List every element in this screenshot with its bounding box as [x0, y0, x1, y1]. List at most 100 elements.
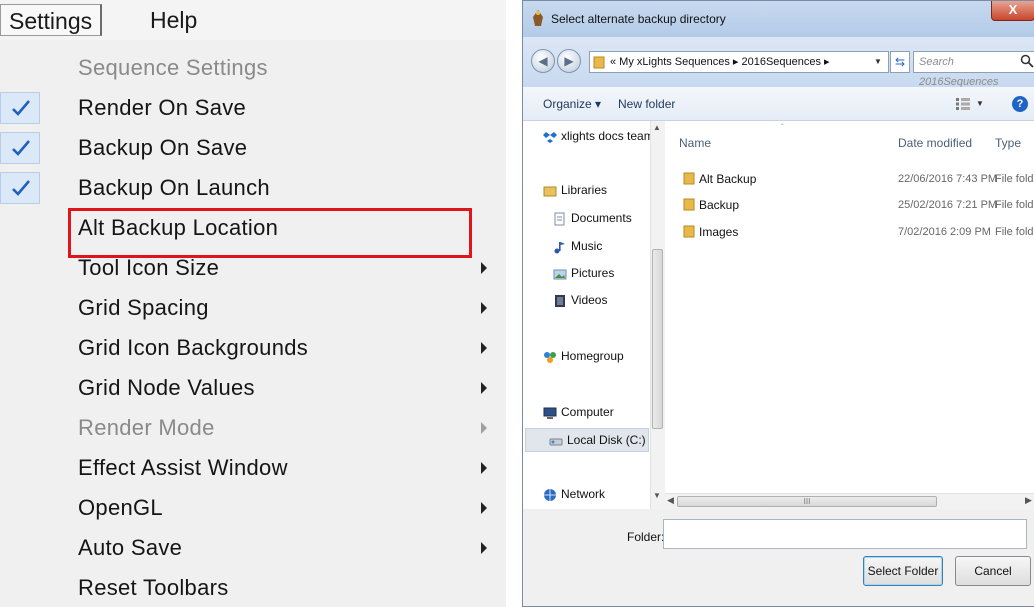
- network-icon: [544, 488, 556, 501]
- menu-settings[interactable]: Settings: [0, 4, 103, 36]
- address-bar: ◀ ▶ « My xLights Sequences ▸ 2016Sequenc…: [523, 37, 1034, 88]
- menu-item-label: Auto Save: [78, 535, 183, 560]
- menu-item-label: Backup On Launch: [78, 175, 270, 200]
- column-header-type[interactable]: Type: [995, 133, 1021, 153]
- column-header-name[interactable]: Name: [679, 133, 711, 153]
- menu-item-reset-toolbars[interactable]: Reset Toolbars: [0, 568, 506, 607]
- menu-item-render-mode[interactable]: Render Mode: [0, 408, 506, 448]
- scroll-down-icon[interactable]: ▼: [653, 491, 661, 500]
- column-header-date[interactable]: Date modified: [898, 133, 972, 153]
- file-row[interactable]: Backup 25/02/2016 7:21 PM File fold: [665, 194, 1034, 216]
- file-row[interactable]: Alt Backup 22/06/2016 7:43 PM File fold: [665, 168, 1034, 190]
- forward-button[interactable]: ▶: [557, 49, 581, 73]
- nav-label: xlights docs team: [561, 129, 654, 143]
- checkmark-icon: [0, 172, 40, 204]
- back-button[interactable]: ◀: [531, 49, 555, 73]
- menu-item-backup-on-save[interactable]: Backup On Save: [0, 128, 506, 168]
- nav-label: Computer: [561, 405, 614, 419]
- nav-item-pictures[interactable]: Pictures: [553, 262, 614, 284]
- menu-item-label: Grid Spacing: [78, 295, 209, 320]
- pictures-icon: [553, 269, 567, 280]
- nav-item-videos[interactable]: Videos: [553, 289, 607, 311]
- menu-item-grid-node-values[interactable]: Grid Node Values: [0, 368, 506, 408]
- menu-item-sequence-settings[interactable]: Sequence Settings: [0, 48, 506, 88]
- submenu-arrow-icon: [481, 302, 487, 314]
- nav-scrollbar-thumb[interactable]: [652, 249, 663, 429]
- menu-item-label: Effect Assist Window: [78, 455, 288, 480]
- computer-icon: [543, 407, 557, 419]
- submenu-arrow-icon: [481, 382, 487, 394]
- menu-item-render-on-save[interactable]: Render On Save: [0, 88, 506, 128]
- back-arrow-icon: ◀: [538, 54, 548, 68]
- nav-item-network[interactable]: Network: [543, 483, 605, 505]
- menu-item-label: Render On Save: [78, 95, 247, 120]
- nav-item-libraries[interactable]: Libraries: [543, 179, 607, 201]
- close-button[interactable]: X: [991, 1, 1034, 21]
- nav-item-computer[interactable]: Computer: [543, 401, 614, 423]
- file-list-hscrollbar[interactable]: ◀ III ▶: [665, 493, 1034, 509]
- highlight-box: [68, 208, 472, 258]
- dialog-footer: Folder: Select Folder Cancel: [523, 509, 1034, 606]
- nav-label: Pictures: [571, 266, 615, 280]
- file-row[interactable]: Images 7/02/2016 2:09 PM File fold: [665, 221, 1034, 243]
- checkmark-icon: [0, 132, 40, 164]
- menu-item-backup-on-launch[interactable]: Backup On Launch: [0, 168, 506, 208]
- sort-arrow-icon: ˆ: [781, 123, 784, 132]
- nav-label: Libraries: [561, 183, 608, 197]
- checkmark-icon: [0, 92, 40, 124]
- menu-item-opengl[interactable]: OpenGL: [0, 488, 506, 528]
- scrollbar-grip: III: [803, 497, 811, 506]
- menu-item-grid-spacing[interactable]: Grid Spacing: [0, 288, 506, 328]
- address-path[interactable]: « My xLights Sequences ▸ 2016Sequences ▸…: [589, 51, 889, 73]
- title-bar: Select alternate backup directory X: [523, 1, 1034, 37]
- help-icon[interactable]: ?: [1012, 96, 1028, 112]
- menu-item-auto-save[interactable]: Auto Save: [0, 528, 506, 568]
- scroll-left-icon[interactable]: ◀: [667, 495, 674, 506]
- documents-icon: [554, 212, 565, 226]
- videos-icon: [555, 294, 565, 307]
- nav-item-documents[interactable]: Documents: [553, 207, 632, 229]
- menu-item-label: Grid Node Values: [78, 375, 255, 400]
- menu-item-effect-assist-window[interactable]: Effect Assist Window: [0, 448, 506, 488]
- submenu-arrow-icon: [481, 502, 487, 514]
- file-type: File fold: [995, 199, 1034, 211]
- dropbox-icon: [543, 131, 557, 143]
- menu-item-grid-icon-backgrounds[interactable]: Grid Icon Backgrounds: [0, 328, 506, 368]
- select-folder-button[interactable]: Select Folder: [863, 556, 943, 586]
- scroll-right-icon[interactable]: ▶: [1025, 495, 1032, 506]
- nav-item-music[interactable]: Music: [553, 235, 602, 257]
- submenu-arrow-icon: [481, 262, 487, 274]
- menu-help[interactable]: Help: [142, 4, 205, 36]
- nav-scrollbar[interactable]: ▲ ▼: [650, 121, 665, 509]
- organize-button[interactable]: Organize ▾: [543, 87, 601, 121]
- select-folder-dialog: Select alternate backup directory X ◀ ▶ …: [522, 0, 1034, 607]
- hscrollbar-thumb[interactable]: III: [677, 496, 937, 507]
- folder-icon: [683, 225, 695, 238]
- menu-item-label: OpenGL: [78, 495, 163, 520]
- view-options-icon[interactable]: [956, 98, 970, 110]
- chevron-down-icon[interactable]: ▼: [874, 52, 882, 72]
- new-folder-button[interactable]: New folder: [618, 87, 675, 121]
- nav-item-xlights-docs-team[interactable]: xlights docs team: [543, 125, 654, 147]
- forward-arrow-icon: ▶: [564, 54, 574, 68]
- nav-item-local-disk[interactable]: Local Disk (C:): [549, 429, 646, 451]
- menu-item-label: Grid Icon Backgrounds: [78, 335, 309, 360]
- folder-label: Folder:: [627, 530, 665, 544]
- file-name: Images: [699, 225, 739, 239]
- file-date: 22/06/2016 7:43 PM: [898, 173, 998, 185]
- nav-item-homegroup[interactable]: Homegroup: [543, 345, 624, 367]
- scroll-up-icon[interactable]: ▲: [653, 123, 661, 132]
- search-input[interactable]: Search 2016Sequences: [913, 51, 1034, 88]
- nav-label: Documents: [571, 211, 632, 225]
- cancel-button[interactable]: Cancel: [955, 556, 1031, 586]
- chevron-down-icon[interactable]: ▼: [976, 87, 984, 121]
- file-type: File fold: [995, 173, 1034, 185]
- nav-label: Videos: [571, 293, 608, 307]
- settings-dropdown: Sequence Settings Render On Save Backup …: [0, 40, 506, 607]
- folder-input[interactable]: [663, 519, 1027, 549]
- file-date: 7/02/2016 2:09 PM: [898, 226, 991, 238]
- app-icon: [533, 10, 543, 26]
- file-name: Alt Backup: [699, 172, 757, 186]
- nav-label: Homegroup: [561, 349, 624, 363]
- refresh-button[interactable]: ⇆: [890, 51, 910, 73]
